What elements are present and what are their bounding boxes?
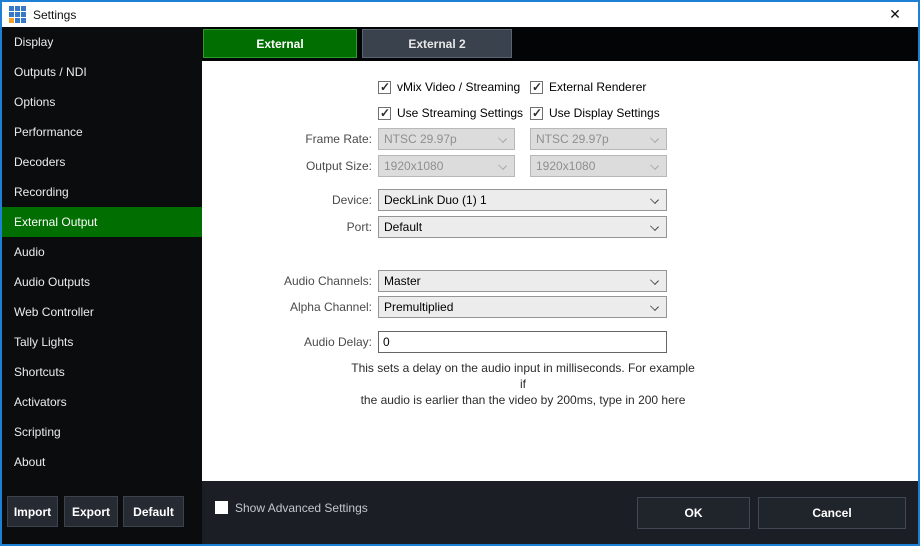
cancel-button[interactable]: Cancel — [758, 497, 906, 529]
audio-delay-help-line1: This sets a delay on the audio input in … — [348, 360, 698, 392]
frame-rate-value-2: NTSC 29.97p — [536, 132, 609, 146]
device-value: DeckLink Duo (1) 1 — [384, 193, 487, 207]
chevron-down-icon — [650, 302, 659, 311]
sidebar-item-web-controller[interactable]: Web Controller — [2, 297, 202, 327]
import-button[interactable]: Import — [7, 496, 58, 527]
default-button[interactable]: Default — [123, 496, 184, 527]
checkbox-group-use-display: Use Display Settings — [530, 106, 660, 120]
port-label: Port: — [202, 220, 372, 234]
vmix-video-label: vMix Video / Streaming — [397, 80, 520, 94]
sidebar-item-recording[interactable]: Recording — [2, 177, 202, 207]
frame-rate-select-2: NTSC 29.97p — [530, 128, 667, 150]
footer-bar: Show Advanced Settings OK Cancel — [202, 481, 918, 544]
close-icon[interactable]: ✕ — [882, 2, 908, 27]
sidebar-item-decoders[interactable]: Decoders — [2, 147, 202, 177]
audio-channels-value: Master — [384, 274, 421, 288]
checkbox-group-use-streaming: Use Streaming Settings — [378, 106, 523, 120]
use-streaming-label: Use Streaming Settings — [397, 106, 523, 120]
output-size-value-2: 1920x1080 — [536, 159, 595, 173]
use-display-label: Use Display Settings — [549, 106, 660, 120]
audio-delay-help: This sets a delay on the audio input in … — [348, 360, 698, 408]
chevron-down-icon — [650, 222, 659, 231]
settings-window: Settings ✕ Display Outputs / NDI Options… — [0, 0, 920, 546]
chevron-down-icon — [650, 134, 659, 143]
sidebar-item-about[interactable]: About — [2, 447, 202, 477]
titlebar: Settings ✕ — [2, 2, 918, 27]
sidebar-item-shortcuts[interactable]: Shortcuts — [2, 357, 202, 387]
external-output-panel: vMix Video / Streaming External Renderer… — [202, 61, 918, 481]
tab-external[interactable]: External — [203, 29, 357, 58]
sidebar-item-performance[interactable]: Performance — [2, 117, 202, 147]
sidebar-item-activators[interactable]: Activators — [2, 387, 202, 417]
audio-channels-select[interactable]: Master — [378, 270, 667, 292]
window-title: Settings — [33, 8, 76, 22]
show-advanced-checkbox[interactable] — [215, 501, 228, 514]
sidebar-item-outputs-ndi[interactable]: Outputs / NDI — [2, 57, 202, 87]
tab-external-2[interactable]: External 2 — [362, 29, 512, 58]
use-streaming-checkbox[interactable] — [378, 107, 391, 120]
frame-rate-value-1: NTSC 29.97p — [384, 132, 457, 146]
vmix-video-checkbox[interactable] — [378, 81, 391, 94]
chevron-down-icon — [498, 134, 507, 143]
port-select[interactable]: Default — [378, 216, 667, 238]
device-select[interactable]: DeckLink Duo (1) 1 — [378, 189, 667, 211]
device-label: Device: — [202, 193, 372, 207]
audio-delay-input[interactable] — [378, 331, 667, 353]
audio-delay-label: Audio Delay: — [202, 335, 372, 349]
sidebar-item-audio[interactable]: Audio — [2, 237, 202, 267]
external-renderer-checkbox[interactable] — [530, 81, 543, 94]
external-renderer-label: External Renderer — [549, 80, 646, 94]
alpha-channel-label: Alpha Channel: — [202, 300, 372, 314]
vmix-logo-icon — [9, 6, 26, 23]
tab-strip: External External 2 — [202, 27, 918, 61]
sidebar-item-scripting[interactable]: Scripting — [2, 417, 202, 447]
sidebar-item-display[interactable]: Display — [2, 27, 202, 57]
frame-rate-select-1: NTSC 29.97p — [378, 128, 515, 150]
show-advanced-label: Show Advanced Settings — [235, 501, 368, 515]
sidebar-item-audio-outputs[interactable]: Audio Outputs — [2, 267, 202, 297]
export-button[interactable]: Export — [64, 496, 118, 527]
frame-rate-label: Frame Rate: — [202, 132, 372, 146]
chevron-down-icon — [650, 195, 659, 204]
chevron-down-icon — [650, 161, 659, 170]
ok-button[interactable]: OK — [637, 497, 750, 529]
checkbox-group-external-renderer: External Renderer — [530, 80, 646, 94]
output-size-label: Output Size: — [202, 159, 372, 173]
sidebar: Display Outputs / NDI Options Performanc… — [2, 27, 202, 544]
audio-delay-help-line2: the audio is earlier than the video by 2… — [348, 392, 698, 408]
output-size-value-1: 1920x1080 — [384, 159, 443, 173]
alpha-channel-value: Premultiplied — [384, 300, 453, 314]
chevron-down-icon — [498, 161, 507, 170]
port-value: Default — [384, 220, 422, 234]
audio-channels-label: Audio Channels: — [202, 274, 372, 288]
output-size-select-2: 1920x1080 — [530, 155, 667, 177]
sidebar-buttons: Import Export Default — [2, 496, 202, 527]
sidebar-item-options[interactable]: Options — [2, 87, 202, 117]
alpha-channel-select[interactable]: Premultiplied — [378, 296, 667, 318]
use-display-checkbox[interactable] — [530, 107, 543, 120]
output-size-select-1: 1920x1080 — [378, 155, 515, 177]
sidebar-item-external-output[interactable]: External Output — [2, 207, 202, 237]
checkbox-group-vmix-video: vMix Video / Streaming — [378, 80, 520, 94]
sidebar-item-tally-lights[interactable]: Tally Lights — [2, 327, 202, 357]
chevron-down-icon — [650, 276, 659, 285]
